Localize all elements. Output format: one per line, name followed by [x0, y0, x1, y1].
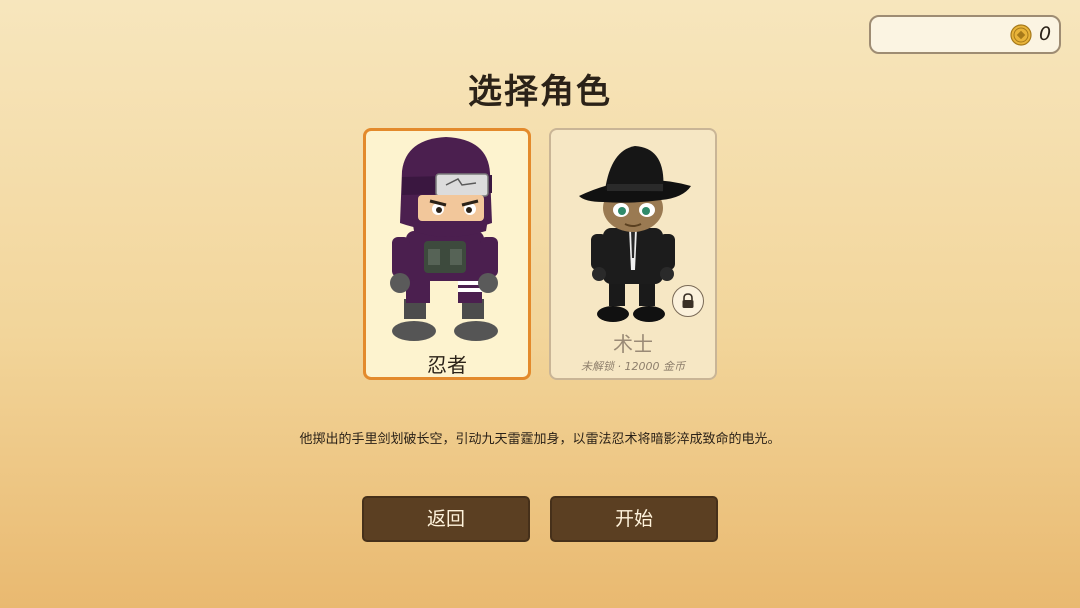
unlock-requirement: 未解锁 · 12000 金币 [581, 360, 685, 373]
character-name-warlock: 术士 [613, 332, 653, 356]
gold-coin-icon [1010, 24, 1032, 46]
character-description: 他掷出的手里剑划破长空，引动九天雷霆加身，以雷法忍术将暗影淬成致命的电光。 [299, 432, 781, 447]
coin-counter: 0 [869, 15, 1061, 54]
character-card-ninja[interactable]: 忍者 [363, 128, 531, 380]
lock-icon [682, 293, 694, 308]
character-name-ninja: 忍者 [427, 353, 467, 377]
page-title: 选择角色 [468, 72, 612, 112]
lock-badge [672, 285, 704, 317]
coin-count: 0 [1039, 23, 1052, 45]
start-button[interactable]: 开始 [550, 496, 718, 542]
character-card-warlock[interactable]: 术士 未解锁 · 12000 金币 [549, 128, 717, 380]
back-button[interactable]: 返回 [362, 496, 530, 542]
ninja-portrait [390, 137, 498, 341]
